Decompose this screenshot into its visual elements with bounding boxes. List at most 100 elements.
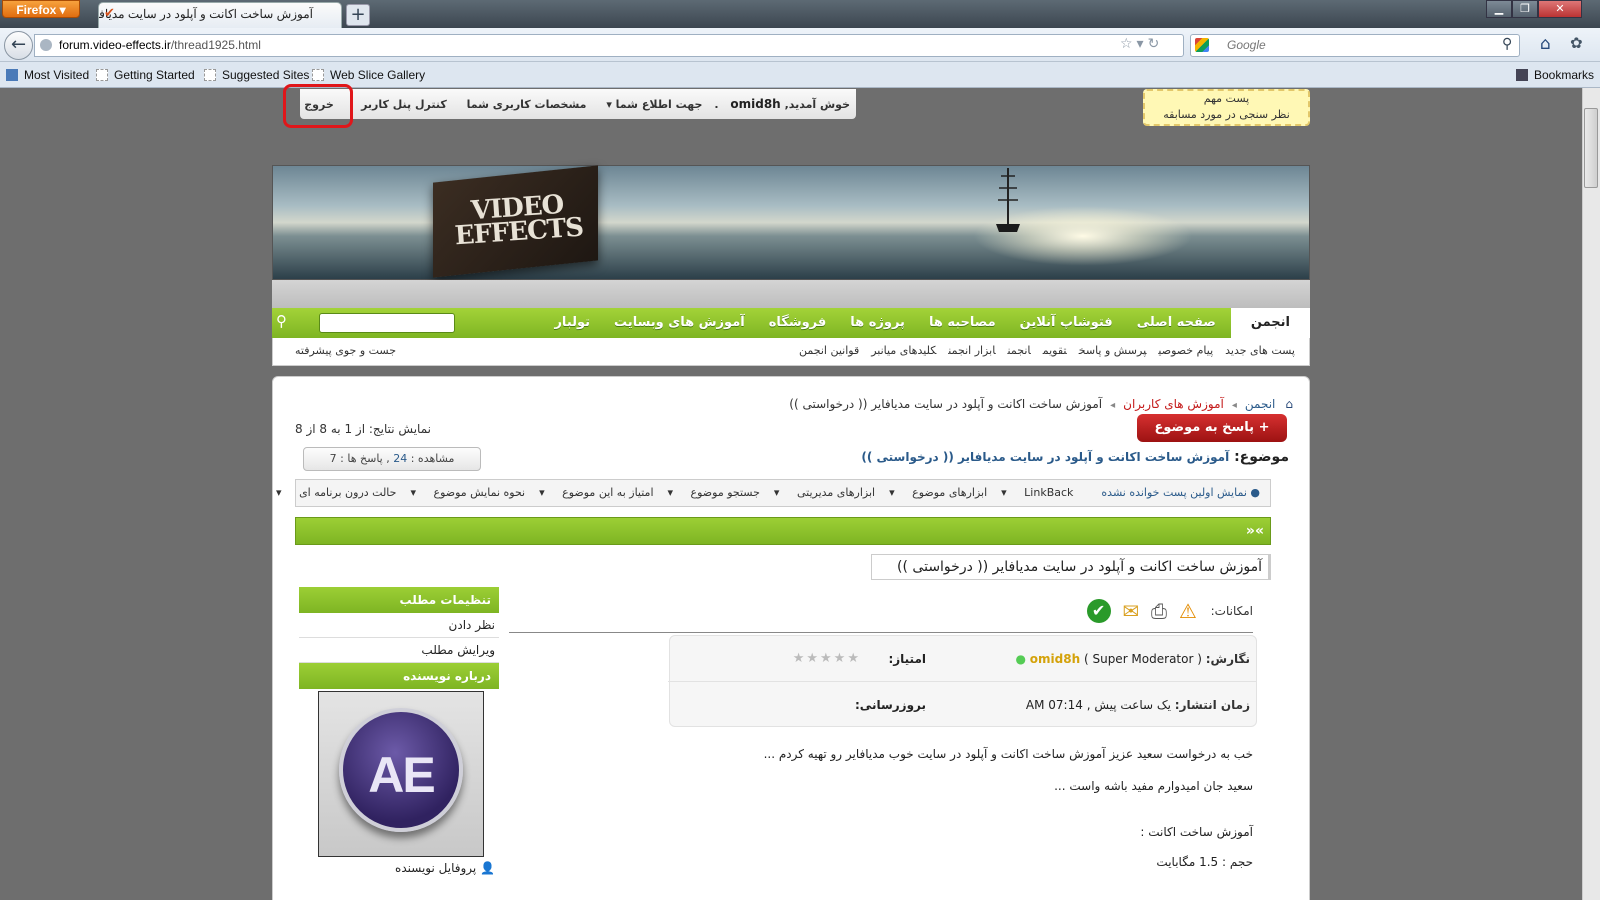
- rate-thread-menu[interactable]: امتیاز به این موضوع ▾: [539, 486, 653, 499]
- forum-search-input[interactable]: [319, 313, 455, 333]
- tab-toolbar[interactable]: تولبار: [545, 308, 599, 338]
- content-panel: ⌂ انجمن ◂ آموزش های کاربران ◂ آموزش ساخت اکان…: [272, 376, 1310, 900]
- url-star-reload-icons[interactable]: ☆▾↻: [1120, 36, 1163, 52]
- home-icon[interactable]: ⌂: [1285, 397, 1293, 411]
- replies-label: , پاسخ ها :: [340, 452, 390, 465]
- comment-link[interactable]: نظر دادن: [299, 613, 499, 638]
- control-panel-link[interactable]: کنترل پنل کاربر: [361, 98, 447, 111]
- first-unread-link[interactable]: ● نمایش اولین پست خوانده نشده: [1087, 486, 1260, 499]
- welcome-text: خوش آمدید,: [784, 98, 850, 111]
- rating-stars[interactable]: ★★★★★: [793, 636, 861, 682]
- author-profile-link[interactable]: 👤 پروفایل نویسنده: [299, 861, 499, 875]
- breadcrumb-home[interactable]: انجمن: [1245, 397, 1276, 411]
- topic-label: موضوع:: [1234, 449, 1289, 465]
- tab-shop[interactable]: فروشگاه: [760, 308, 836, 338]
- author-row: نگارش: omid8h ( Super Moderator ) ●: [668, 636, 1256, 682]
- user-bar: خوش آمدید, omid8h . جهت اطلاع شما ▾ مشخص…: [300, 89, 856, 119]
- checkmark-icon[interactable]: ✔: [1086, 599, 1111, 623]
- post-date: یک ساعت پیش , 07:14 AM: [1025, 698, 1171, 712]
- subnav-shortcuts[interactable]: کلیدهای میانبر: [871, 344, 936, 357]
- post-options: امکانات: ⚠ ⎙ ✉ ✔: [509, 599, 1253, 633]
- avatar[interactable]: AE: [318, 691, 484, 857]
- tab-home[interactable]: صفحه اصلی: [1128, 308, 1225, 338]
- print-icon[interactable]: ⎙: [1151, 599, 1167, 623]
- subnav-forum-tools[interactable]: ابزار انجمن: [948, 344, 995, 357]
- thread-toolbar: ● نمایش اولین پست خوانده نشده LinkBack ▾ ا…: [276, 479, 1271, 507]
- linkback-menu[interactable]: LinkBack ▾: [1001, 486, 1073, 499]
- minimize-icon[interactable]: ▁: [1486, 0, 1512, 18]
- site-banner: VIDEO EFFECTS: [272, 165, 1310, 280]
- important-notice[interactable]: پست مهم نظر سنجی در مورد مسابقه: [1143, 89, 1310, 126]
- edit-post-link[interactable]: ویرایش مطلب: [299, 638, 499, 663]
- post-body-line: آموزش ساخت اکانت :: [1140, 825, 1253, 839]
- views-label: مشاهده :: [410, 452, 455, 465]
- topic-link[interactable]: آموزش ساخت اکانت و آپلود در سایت مدیافای…: [861, 450, 1229, 464]
- url-bar[interactable]: forum.video-effects.ir/thread1925.html: [34, 34, 1184, 57]
- maximize-icon[interactable]: ❐: [1512, 0, 1538, 18]
- addon-icon[interactable]: ✿: [1570, 34, 1583, 52]
- reply-button[interactable]: + پاسخ به موضوع: [1137, 414, 1287, 442]
- avatar-text: AE: [368, 747, 435, 803]
- username-link[interactable]: omid8h: [730, 97, 780, 111]
- display-mode-menu[interactable]: نحوه نمایش موضوع ▾: [410, 486, 525, 499]
- tab-website-tutorials[interactable]: آموزش های وبسایت: [605, 308, 754, 338]
- home-icon[interactable]: ⌂: [1540, 34, 1551, 54]
- search-icon[interactable]: ⚲: [276, 312, 287, 330]
- breadcrumb: ⌂ انجمن ◂ آموزش های کاربران ◂ آموزش ساخت اکان…: [273, 397, 1293, 411]
- bookmarks-menu-button[interactable]: Bookmarks: [1516, 68, 1594, 82]
- report-warning-icon[interactable]: ⚠: [1179, 599, 1197, 623]
- tab-interviews[interactable]: مصاحبه ها: [920, 308, 1005, 338]
- post-settings-header: تنظیمات مطلب: [299, 587, 499, 613]
- tab-projects[interactable]: پروژه ها: [841, 308, 914, 338]
- subnav-private-messages[interactable]: پیام خصوصی: [1158, 344, 1213, 357]
- vertical-scrollbar[interactable]: [1582, 88, 1600, 900]
- bookmark-getting-started[interactable]: Getting Started: [96, 68, 195, 82]
- search-icon[interactable]: ⚲: [1502, 36, 1512, 52]
- notice-link[interactable]: نظر سنجی در مورد مسابقه: [1145, 107, 1308, 123]
- author-link[interactable]: omid8h: [1030, 652, 1080, 666]
- bookmark-suggested-sites[interactable]: Suggested Sites: [204, 68, 309, 82]
- firefox-menu-label: Firefox: [16, 3, 57, 17]
- main-navigation: انجمنصفحه اصلیفتوشاپ آنلاینمصاحبه هاپروژ…: [272, 308, 1310, 338]
- post-nav-arrows[interactable]: »«: [1246, 523, 1264, 539]
- advanced-search-link[interactable]: جست و جوی پیشرفته: [295, 338, 396, 364]
- search-thread-label: جستجو موضوع: [690, 486, 760, 499]
- inline-mode-menu[interactable]: حالت درون برنامه ای ▾: [276, 486, 396, 499]
- tab-online-photoshop[interactable]: فتوشاپ آنلاین: [1011, 308, 1122, 338]
- views-replies-box: مشاهده : 24 , پاسخ ها : 7: [303, 447, 481, 471]
- google-engine-icon[interactable]: [1195, 38, 1209, 52]
- breadcrumb-section[interactable]: آموزش های کاربران: [1123, 397, 1224, 411]
- search-input[interactable]: Google: [1190, 34, 1520, 57]
- bookmark-most-visited[interactable]: Most Visited: [6, 68, 89, 82]
- firefox-menu-button[interactable]: Firefox ▾: [2, 0, 80, 18]
- rating-label: امتیاز:: [888, 652, 926, 666]
- bookmark-label: Suggested Sites: [222, 68, 310, 82]
- scrollbar-thumb[interactable]: [1584, 108, 1598, 188]
- thread-tools-label: ابزارهای موضوع: [912, 486, 988, 499]
- subnav-qa[interactable]: پرسش و پاسخ: [1079, 344, 1147, 357]
- search-thread-menu[interactable]: جستجو موضوع ▾: [668, 486, 760, 499]
- breadcrumb-arrow-icon: ◂: [1231, 400, 1237, 411]
- post-body-line: خب به درخواست سعید عزیز آموزش ساخت اکانت…: [763, 747, 1253, 761]
- notifications-menu[interactable]: جهت اطلاع شما: [616, 98, 703, 111]
- online-status-icon: ●: [1015, 652, 1026, 666]
- page-icon: [204, 69, 216, 81]
- subnav-calendar[interactable]: تقویم: [1043, 344, 1067, 357]
- subnav-new-posts[interactable]: پست های جدید: [1225, 344, 1295, 357]
- back-arrow-icon[interactable]: ←: [4, 31, 33, 60]
- thread-tools-menu[interactable]: ابزارهای موضوع ▾: [889, 486, 987, 499]
- ship-icon: [996, 168, 1020, 232]
- email-icon[interactable]: ✉: [1122, 599, 1139, 623]
- tab-forum[interactable]: انجمن: [1230, 308, 1310, 338]
- bookmark-web-slice-gallery[interactable]: Web Slice Gallery: [312, 68, 425, 82]
- close-icon[interactable]: ✕: [1538, 0, 1582, 18]
- subnav-forum[interactable]: انجمن: [1008, 344, 1031, 357]
- post-body-line: سعید جان امیدوارم مفید باشه واست ...: [1054, 779, 1253, 793]
- browser-tab[interactable]: آموزش ساخت اکانت و آپلود در سایت مدیافا.…: [98, 2, 342, 28]
- subnav-rules[interactable]: قوانین انجمن: [799, 344, 859, 357]
- admin-tools-menu[interactable]: ابزارهای مدیریتی ▾: [774, 486, 875, 499]
- site-logo[interactable]: VIDEO EFFECTS: [442, 190, 595, 252]
- profile-link[interactable]: مشخصات کاربری شما: [467, 98, 587, 111]
- new-tab-button[interactable]: +: [346, 4, 370, 26]
- display-mode-label: نحوه نمایش موضوع: [433, 486, 526, 499]
